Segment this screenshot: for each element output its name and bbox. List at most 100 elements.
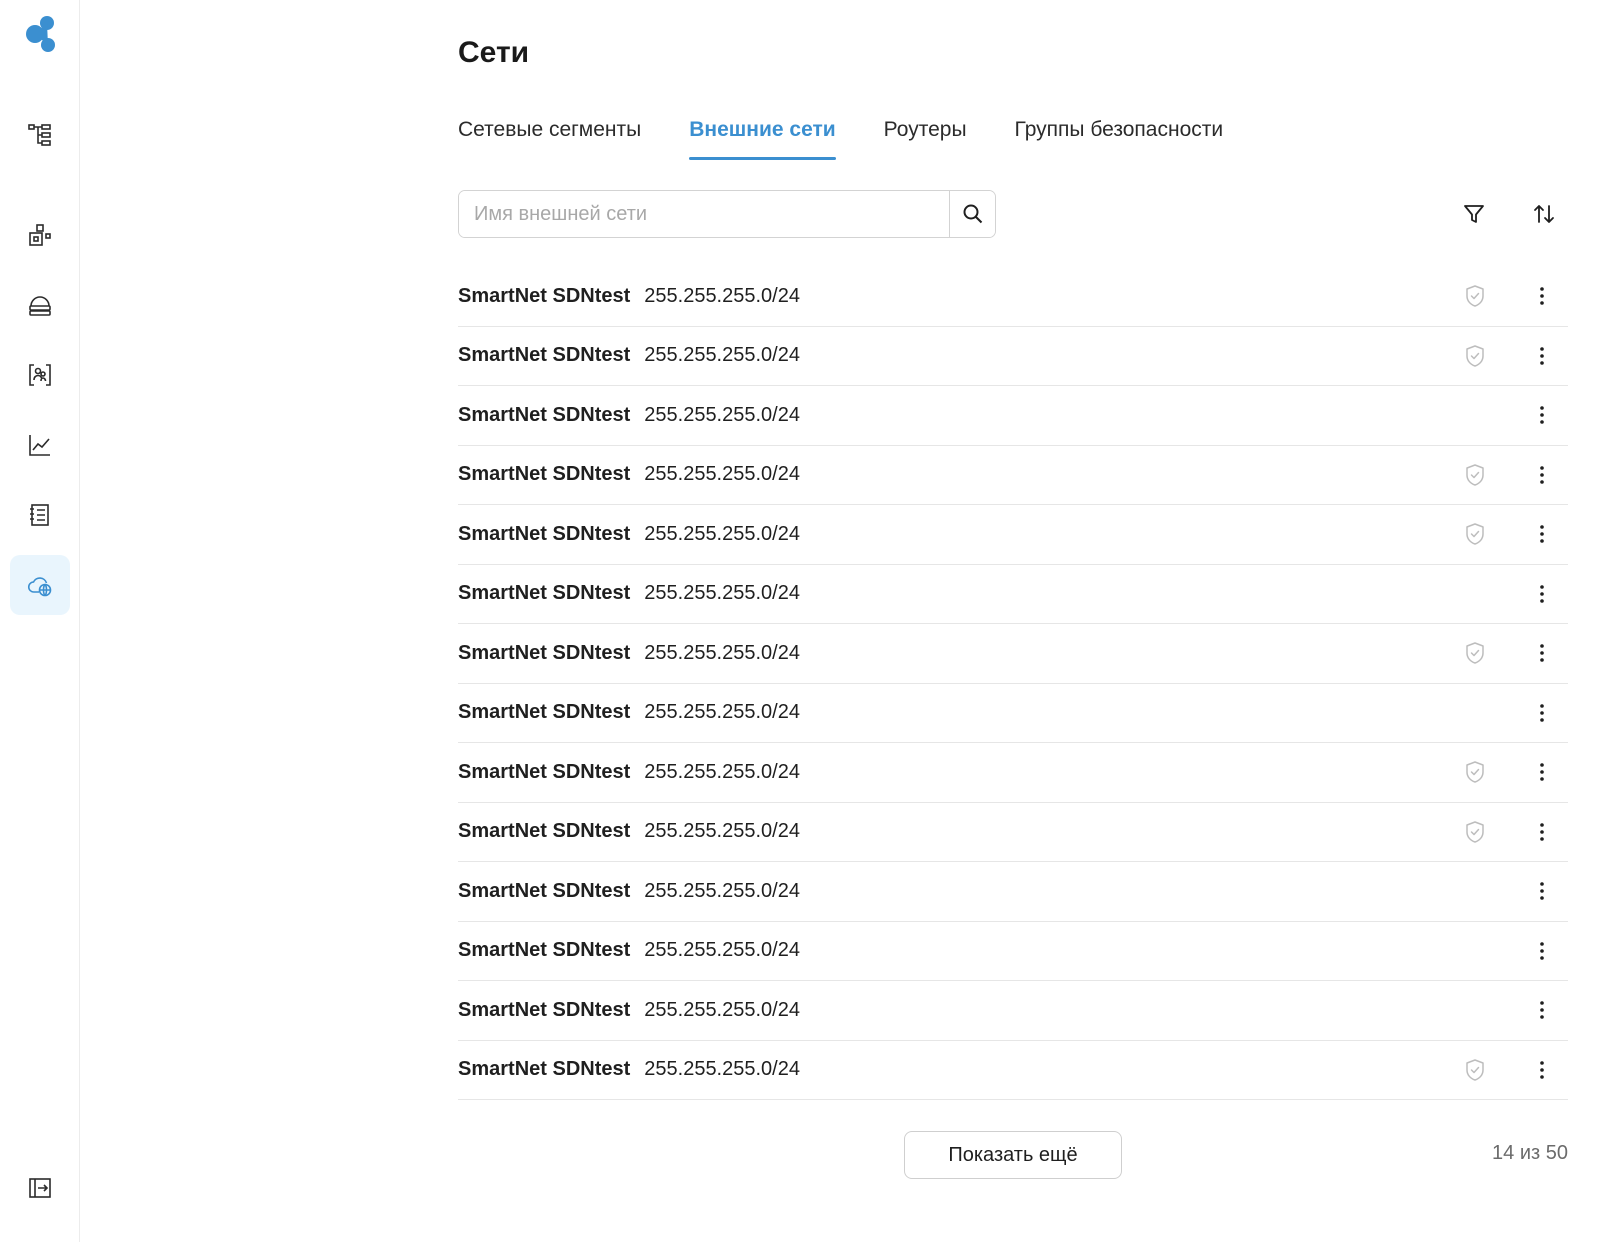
network-cidr: 255.255.255.0/24 bbox=[644, 463, 800, 486]
more-vertical-icon bbox=[1540, 763, 1544, 782]
network-row[interactable]: SmartNet SDNtest 255.255.255.0/24 bbox=[458, 981, 1568, 1041]
row-menu-button[interactable] bbox=[1526, 873, 1558, 909]
sort-button[interactable] bbox=[1526, 196, 1562, 232]
chart-line-icon bbox=[29, 435, 50, 456]
network-name: SmartNet SDNtest bbox=[458, 344, 631, 367]
shield-icon bbox=[1464, 463, 1486, 487]
collapse-sidebar-icon bbox=[29, 1178, 51, 1198]
network-name: SmartNet SDNtest bbox=[458, 1058, 631, 1081]
tabs: Сетевые сегменты Внешние сети Роутеры Гр… bbox=[458, 118, 1271, 162]
network-row[interactable]: SmartNet SDNtest 255.255.255.0/24 bbox=[458, 327, 1568, 386]
items-counter: 14 из 50 bbox=[1492, 1142, 1568, 1164]
network-cidr: 255.255.255.0/24 bbox=[644, 760, 800, 783]
sidebar-item-components[interactable] bbox=[10, 205, 70, 265]
network-name: SmartNet SDNtest bbox=[458, 641, 631, 664]
row-menu-button[interactable] bbox=[1526, 338, 1558, 374]
tab-segments[interactable]: Сетевые сегменты bbox=[458, 118, 641, 160]
network-name: SmartNet SDNtest bbox=[458, 879, 631, 902]
search-box bbox=[458, 190, 996, 238]
network-cidr: 255.255.255.0/24 bbox=[644, 641, 800, 664]
storage-icon bbox=[29, 296, 51, 316]
row-menu-button[interactable] bbox=[1526, 397, 1558, 433]
network-name: SmartNet SDNtest bbox=[458, 820, 631, 843]
network-cidr: 255.255.255.0/24 bbox=[644, 344, 800, 367]
network-row[interactable]: SmartNet SDNtest 255.255.255.0/24 bbox=[458, 922, 1568, 981]
network-cidr: 255.255.255.0/24 bbox=[644, 403, 800, 426]
more-vertical-icon bbox=[1540, 1060, 1544, 1079]
network-name: SmartNet SDNtest bbox=[458, 701, 631, 724]
more-vertical-icon bbox=[1540, 703, 1544, 722]
search-input[interactable] bbox=[459, 191, 949, 237]
shield-icon bbox=[1464, 284, 1486, 308]
more-vertical-icon bbox=[1540, 406, 1544, 425]
network-cidr: 255.255.255.0/24 bbox=[644, 939, 800, 962]
sidebar-item-storage[interactable] bbox=[10, 275, 70, 335]
more-vertical-icon bbox=[1540, 346, 1544, 365]
cluster-logo-icon[interactable] bbox=[22, 14, 58, 54]
shield-icon bbox=[1464, 820, 1486, 844]
network-row[interactable]: SmartNet SDNtest 255.255.255.0/24 bbox=[458, 505, 1568, 565]
row-menu-button[interactable] bbox=[1526, 635, 1558, 671]
row-menu-button[interactable] bbox=[1526, 1052, 1558, 1088]
network-row[interactable]: SmartNet SDNtest 255.255.255.0/24 bbox=[458, 446, 1568, 505]
shield-icon bbox=[1464, 1058, 1486, 1082]
network-row[interactable]: SmartNet SDNtest 255.255.255.0/24 bbox=[458, 565, 1568, 624]
network-name: SmartNet SDNtest bbox=[458, 760, 631, 783]
network-name: SmartNet SDNtest bbox=[458, 582, 631, 605]
network-name: SmartNet SDNtest bbox=[458, 939, 631, 962]
show-more-button[interactable]: Показать ещё bbox=[904, 1131, 1122, 1179]
network-cidr: 255.255.255.0/24 bbox=[644, 522, 800, 545]
row-menu-button[interactable] bbox=[1526, 933, 1558, 969]
more-vertical-icon bbox=[1540, 882, 1544, 901]
network-row[interactable]: SmartNet SDNtest 255.255.255.0/24 bbox=[458, 803, 1568, 862]
network-row[interactable]: SmartNet SDNtest 255.255.255.0/24 bbox=[458, 1041, 1568, 1100]
tab-routers[interactable]: Роутеры bbox=[884, 118, 967, 160]
hierarchy-tree-icon bbox=[28, 124, 51, 146]
network-row[interactable]: SmartNet SDNtest 255.255.255.0/24 bbox=[458, 386, 1568, 446]
more-vertical-icon bbox=[1540, 287, 1544, 306]
row-menu-button[interactable] bbox=[1526, 695, 1558, 731]
tab-external-networks[interactable]: Внешние сети bbox=[689, 118, 837, 160]
more-vertical-icon bbox=[1540, 822, 1544, 841]
sidebar-item-users[interactable] bbox=[10, 345, 70, 405]
network-row[interactable]: SmartNet SDNtest 255.255.255.0/24 bbox=[458, 862, 1568, 922]
network-row[interactable]: SmartNet SDNtest 255.255.255.0/24 bbox=[458, 267, 1568, 327]
shield-icon bbox=[1464, 522, 1486, 546]
row-menu-button[interactable] bbox=[1526, 278, 1558, 314]
search-button[interactable] bbox=[949, 191, 995, 237]
row-menu-button[interactable] bbox=[1526, 576, 1558, 612]
page-title: Сети bbox=[458, 36, 530, 69]
more-vertical-icon bbox=[1540, 941, 1544, 960]
components-icon bbox=[29, 224, 51, 246]
more-vertical-icon bbox=[1540, 465, 1544, 484]
filter-button[interactable] bbox=[1456, 196, 1492, 232]
tab-security-groups[interactable]: Группы безопасности bbox=[1015, 118, 1224, 160]
sidebar-item-hierarchy[interactable] bbox=[10, 105, 70, 165]
row-menu-button[interactable] bbox=[1526, 814, 1558, 850]
network-name: SmartNet SDNtest bbox=[458, 403, 631, 426]
more-vertical-icon bbox=[1540, 525, 1544, 544]
sidebar-item-analytics[interactable] bbox=[10, 415, 70, 475]
row-menu-button[interactable] bbox=[1526, 457, 1558, 493]
network-cidr: 255.255.255.0/24 bbox=[644, 998, 800, 1021]
more-vertical-icon bbox=[1540, 584, 1544, 603]
network-row[interactable]: SmartNet SDNtest 255.255.255.0/24 bbox=[458, 624, 1568, 684]
network-name: SmartNet SDNtest bbox=[458, 463, 631, 486]
row-menu-button[interactable] bbox=[1526, 992, 1558, 1028]
more-vertical-icon bbox=[1540, 1001, 1544, 1020]
shield-icon bbox=[1464, 641, 1486, 665]
users-frame-icon bbox=[29, 364, 51, 386]
row-menu-button[interactable] bbox=[1526, 754, 1558, 790]
network-row[interactable]: SmartNet SDNtest 255.255.255.0/24 bbox=[458, 684, 1568, 743]
sidebar-item-logs[interactable] bbox=[10, 485, 70, 545]
network-row[interactable]: SmartNet SDNtest 255.255.255.0/24 bbox=[458, 743, 1568, 803]
collapse-sidebar-button[interactable] bbox=[10, 1158, 70, 1218]
sidebar bbox=[0, 0, 80, 1242]
network-list: SmartNet SDNtest 255.255.255.0/24 SmartN… bbox=[458, 267, 1568, 1100]
row-menu-button[interactable] bbox=[1526, 516, 1558, 552]
shield-icon bbox=[1464, 344, 1486, 368]
network-cidr: 255.255.255.0/24 bbox=[644, 879, 800, 902]
sidebar-item-networks[interactable] bbox=[10, 555, 70, 615]
network-cidr: 255.255.255.0/24 bbox=[644, 1058, 800, 1081]
list-document-icon bbox=[30, 504, 49, 526]
